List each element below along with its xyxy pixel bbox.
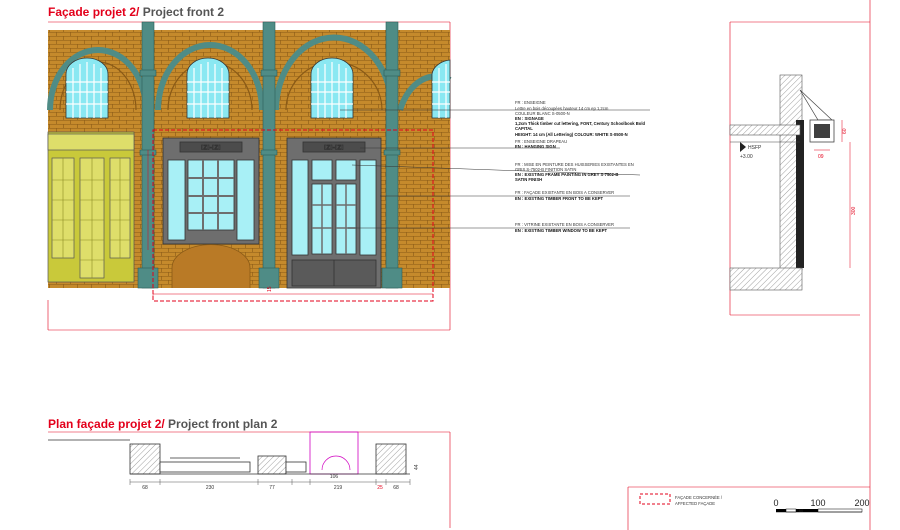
annotation-block-timber-front: FR : FAÇADE EXISTANTE EN BOIS A CONSERVE… [515, 190, 614, 201]
sign-width-dim: 09 [818, 154, 824, 160]
scale-label-50: 50 [799, 508, 804, 513]
plan-dim-4: 106 [330, 474, 339, 480]
scale-label-100: 100 [810, 498, 825, 508]
annotation-block-hanging-sign: FR : ENSEIGNE DRAPEAU EN : HANGING SIGN [515, 139, 567, 149]
plan-dim-3: 77 [269, 485, 275, 491]
svg-text:CAPITAL: CAPITAL [515, 126, 533, 131]
elevation-width-dim: 15 [267, 286, 273, 292]
annotation-block-signage: FR : ENSEIGNE Lettre en bois découpées h… [515, 100, 646, 137]
plan-side-dim: 44 [414, 464, 420, 470]
plan-dim-6: 25 [377, 485, 383, 491]
sign-lettering-left: IZI-IZI [201, 146, 221, 152]
svg-text:SATIN FINISH: SATIN FINISH [515, 177, 542, 182]
wall-section [729, 74, 835, 291]
shopfront-window-left: IZI-IZI [162, 137, 260, 288]
elevation-title: Façade projet 2/ Project front 2 [48, 5, 224, 19]
shopfront-door-right: IZI-IZI [286, 137, 382, 289]
svg-text:HEIGHT: 14 cm (All Letter: HEIGHT: 14 cm (All Lettering) COLOUR: WH… [515, 132, 628, 137]
svg-text:+3.00: +3.00 [740, 154, 753, 160]
svg-text:EN : EXISTING TIMBER WINDOW TO: EN : EXISTING TIMBER WINDOW TO BE KEPT [515, 228, 607, 233]
legend-label-fr: FAÇADE CONCERNÉE / [675, 495, 723, 500]
legend-label-en: AFFECTED FAÇADE [675, 501, 715, 506]
total-height-dim: 300 [851, 206, 857, 215]
level-marker: HSFP +3.00 [740, 142, 762, 160]
annotation-block-timber-window: FR : VITRINE EXISTANTE EN BOIS A CONSERV… [515, 222, 614, 233]
svg-text:1,2cm Thick timber cut letteri: 1,2cm Thick timber cut lettering, FONT, … [515, 121, 646, 126]
svg-text:FR : FAÇADE EXISTANTE EN BOIS: FR : FAÇADE EXISTANTE EN BOIS A CONSERVE… [515, 190, 614, 195]
sign-lettering-right: IZI-IZI [324, 146, 344, 152]
legend-swatch-dashed [639, 493, 671, 505]
plan-dim-2: 230 [206, 485, 215, 491]
svg-text:HSFP: HSFP [748, 145, 762, 151]
scale-label-0: 0 [773, 498, 778, 508]
neighbour-shopfront-yellow [47, 131, 135, 283]
plan-dim-7: 68 [393, 485, 399, 491]
svg-text:FR : ENSEIGNE: FR : ENSEIGNE [515, 100, 546, 105]
svg-text:FR : VITRINE EXISTANTE EN BOIS: FR : VITRINE EXISTANTE EN BOIS A CONSERV… [515, 222, 614, 227]
scale-bar: 0 50 100 200 [773, 498, 869, 513]
floor-plan [48, 431, 410, 475]
scale-label-200: 200 [854, 498, 869, 508]
legend: FAÇADE CONCERNÉE / AFFECTED FAÇADE [627, 486, 870, 530]
plan-dim-5: 219 [334, 485, 343, 491]
annotation-block-frame-painting: FR : MISE EN PEINTURE DES HUISSERIES EXI… [515, 162, 634, 182]
sign-height-dim: 60 [842, 128, 848, 134]
plan-title: Plan façade projet 2/ Project front plan… [48, 417, 278, 431]
svg-text:EN : HANGING SIGN: EN : HANGING SIGN [515, 144, 556, 149]
svg-text:EN : EXISTING TIMBER FRONT TO: EN : EXISTING TIMBER FRONT TO BE KEPT [515, 196, 604, 201]
drawing-sheet: Façade projet 2/ Project front 2 IZI-IZI… [47, 0, 871, 530]
plan-dim-1: 68 [142, 485, 148, 491]
